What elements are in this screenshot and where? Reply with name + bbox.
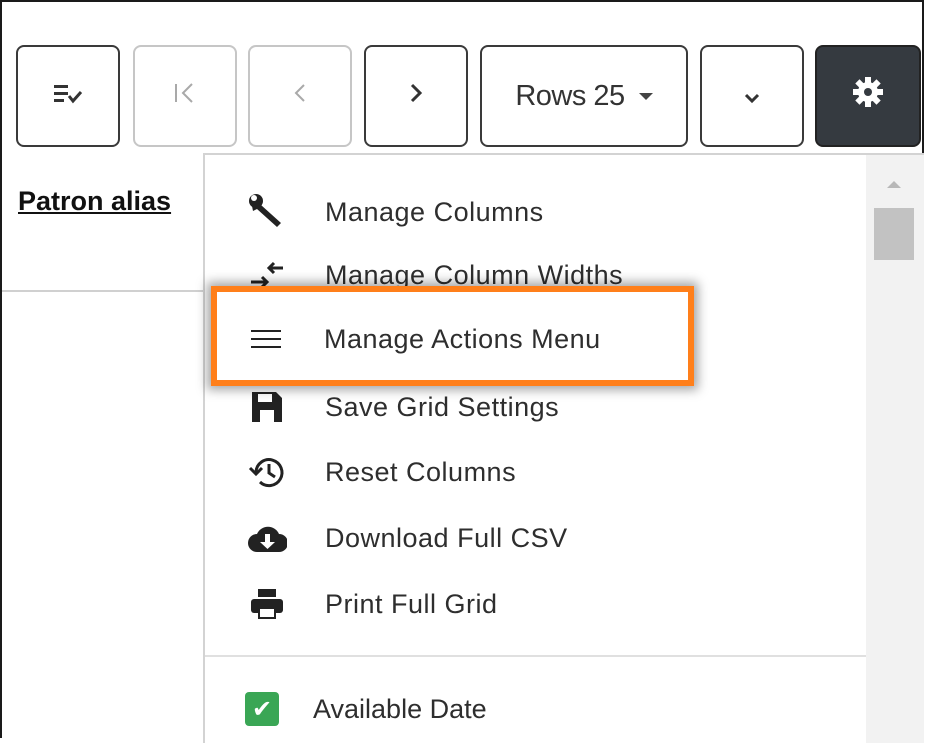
scroll-up-arrow-icon[interactable] [887,181,901,188]
first-page-icon [172,79,198,113]
menu-item-manage-columns[interactable]: Manage Columns [245,182,544,242]
previous-page-icon [290,79,310,113]
column-toggle-label: Available Date [313,693,487,724]
menu-item-reset-columns[interactable]: Reset Columns [245,442,516,502]
cloud-download-icon [245,518,289,558]
scroll-thumb[interactable] [874,208,914,260]
printer-icon [245,584,289,624]
hamburger-menu-icon [244,319,288,359]
caret-down-icon [638,92,653,100]
menu-item-label: Download Full CSV [325,522,568,553]
menu-item-label: Manage Actions Menu [324,323,601,354]
next-page-icon [406,79,426,113]
menu-item-label: Reset Columns [325,456,517,487]
menu-item-print-full-grid[interactable]: Print Full Grid [245,574,498,634]
expand-button[interactable] [700,45,804,147]
settings-dropdown-menu: Manage Columns Manage Column Widths Save… [203,153,924,743]
next-page-button[interactable] [364,45,468,147]
menu-item-download-full-csv[interactable]: Download Full CSV [245,508,568,568]
column-header-patron-alias[interactable]: Patron alias [18,186,171,217]
first-page-button[interactable] [133,45,237,147]
rows-per-page-label: Rows 25 [515,79,625,112]
chevron-down-icon [742,79,762,113]
header-divider [2,290,207,292]
menu-item-save-grid-settings[interactable]: Save Grid Settings [245,377,559,437]
wrench-icon [245,192,289,232]
checkbox-checked-icon[interactable]: ✔ [245,692,279,726]
column-toggle-available-date[interactable]: ✔ Available Date [245,681,487,737]
settings-button[interactable] [815,45,921,147]
grid-toolbar: Rows 25 [0,0,928,150]
menu-item-label: Print Full Grid [325,588,498,619]
menu-item-label: Save Grid Settings [325,391,560,422]
filter-checklist-button[interactable] [16,45,120,147]
menu-divider [205,655,866,657]
menu-item-label: Manage Columns [325,196,544,227]
previous-page-button[interactable] [248,45,352,147]
menu-item-manage-actions-menu[interactable]: Manage Actions Menu [244,312,601,366]
save-icon [245,387,289,427]
rows-per-page-dropdown[interactable]: Rows 25 [480,45,688,147]
filter-checklist-icon [52,79,84,113]
history-reset-icon [245,452,289,492]
gear-icon [851,75,885,117]
